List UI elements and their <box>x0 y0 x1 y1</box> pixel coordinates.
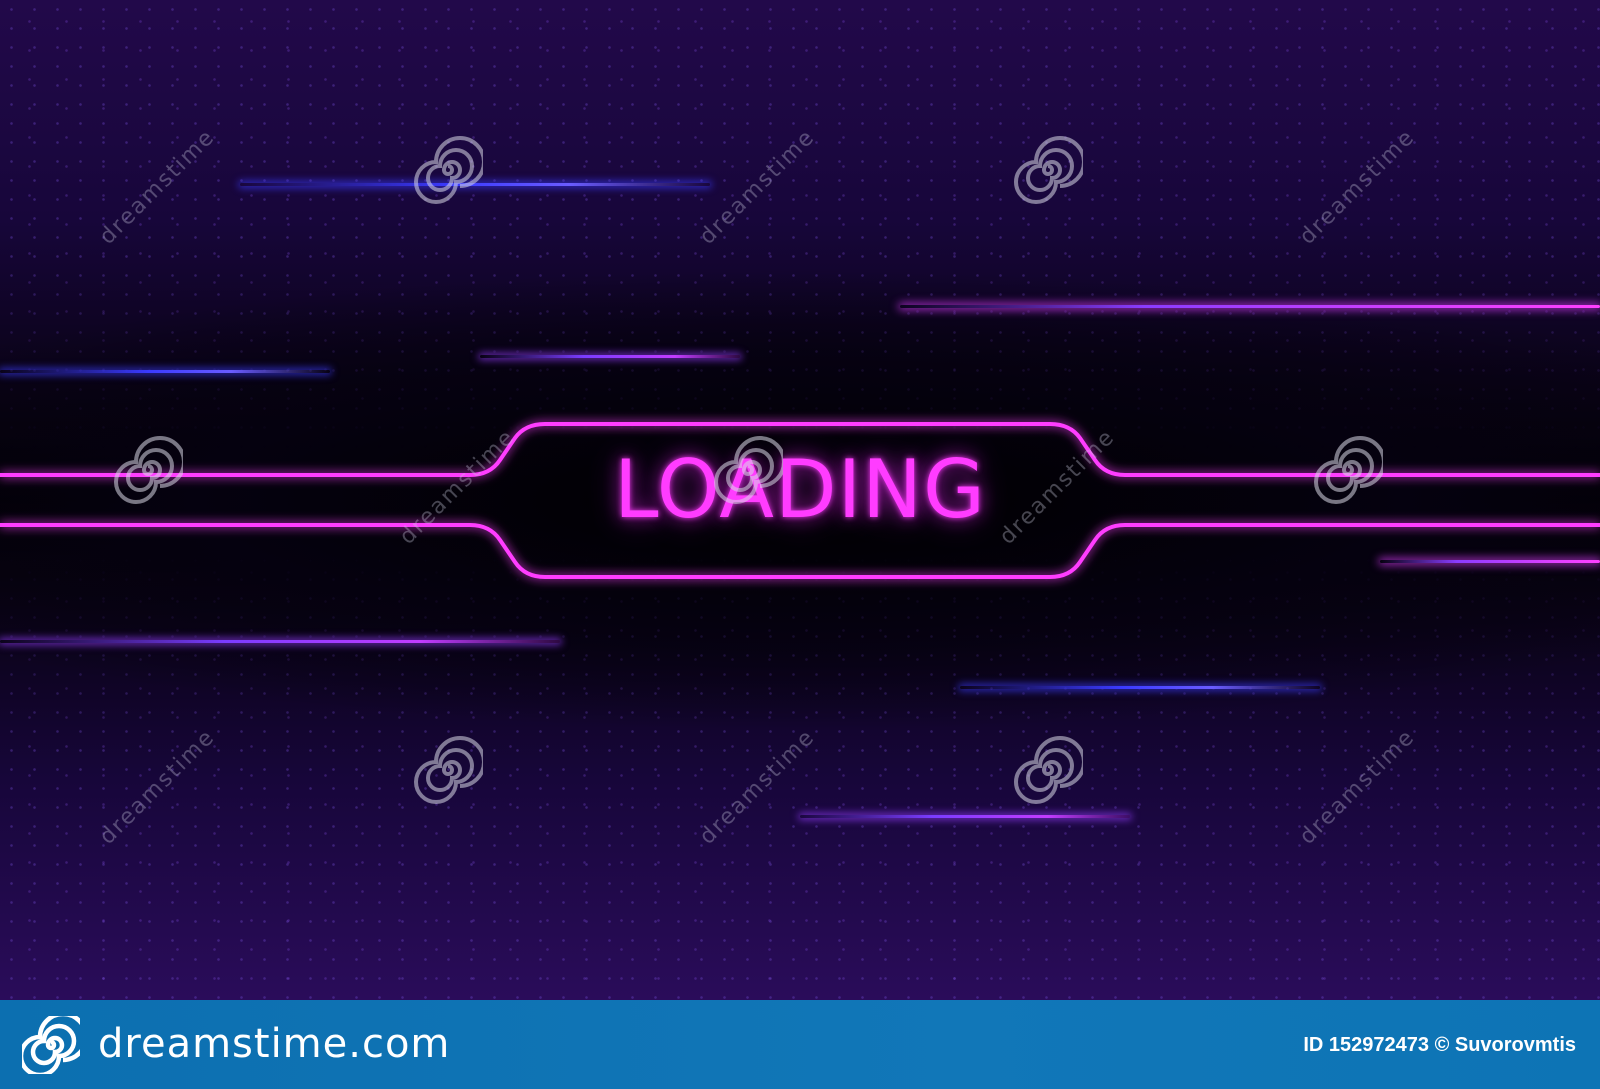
swirl-icon <box>414 736 483 804</box>
swirl-icon <box>1014 136 1083 204</box>
image-id-credit: ID 152972473 © Suvorovmtis <box>1303 1034 1576 1056</box>
loading-label: LOADING <box>613 443 987 536</box>
swirl-icon <box>22 1016 80 1074</box>
loading-screen-background: LOADING dreamstime dreamstime dreamstime… <box>0 0 1600 1000</box>
swirl-icon <box>1014 736 1083 804</box>
swirl-icon <box>414 136 483 204</box>
swirl-icon <box>1314 436 1383 504</box>
footer-bar: dreamstime.com ID 152972473 © Suvorovmti… <box>0 1000 1600 1089</box>
footer-logo-text[interactable]: dreamstime.com <box>98 1018 450 1070</box>
swirl-icon <box>114 436 183 504</box>
swirl-icon <box>714 436 783 504</box>
